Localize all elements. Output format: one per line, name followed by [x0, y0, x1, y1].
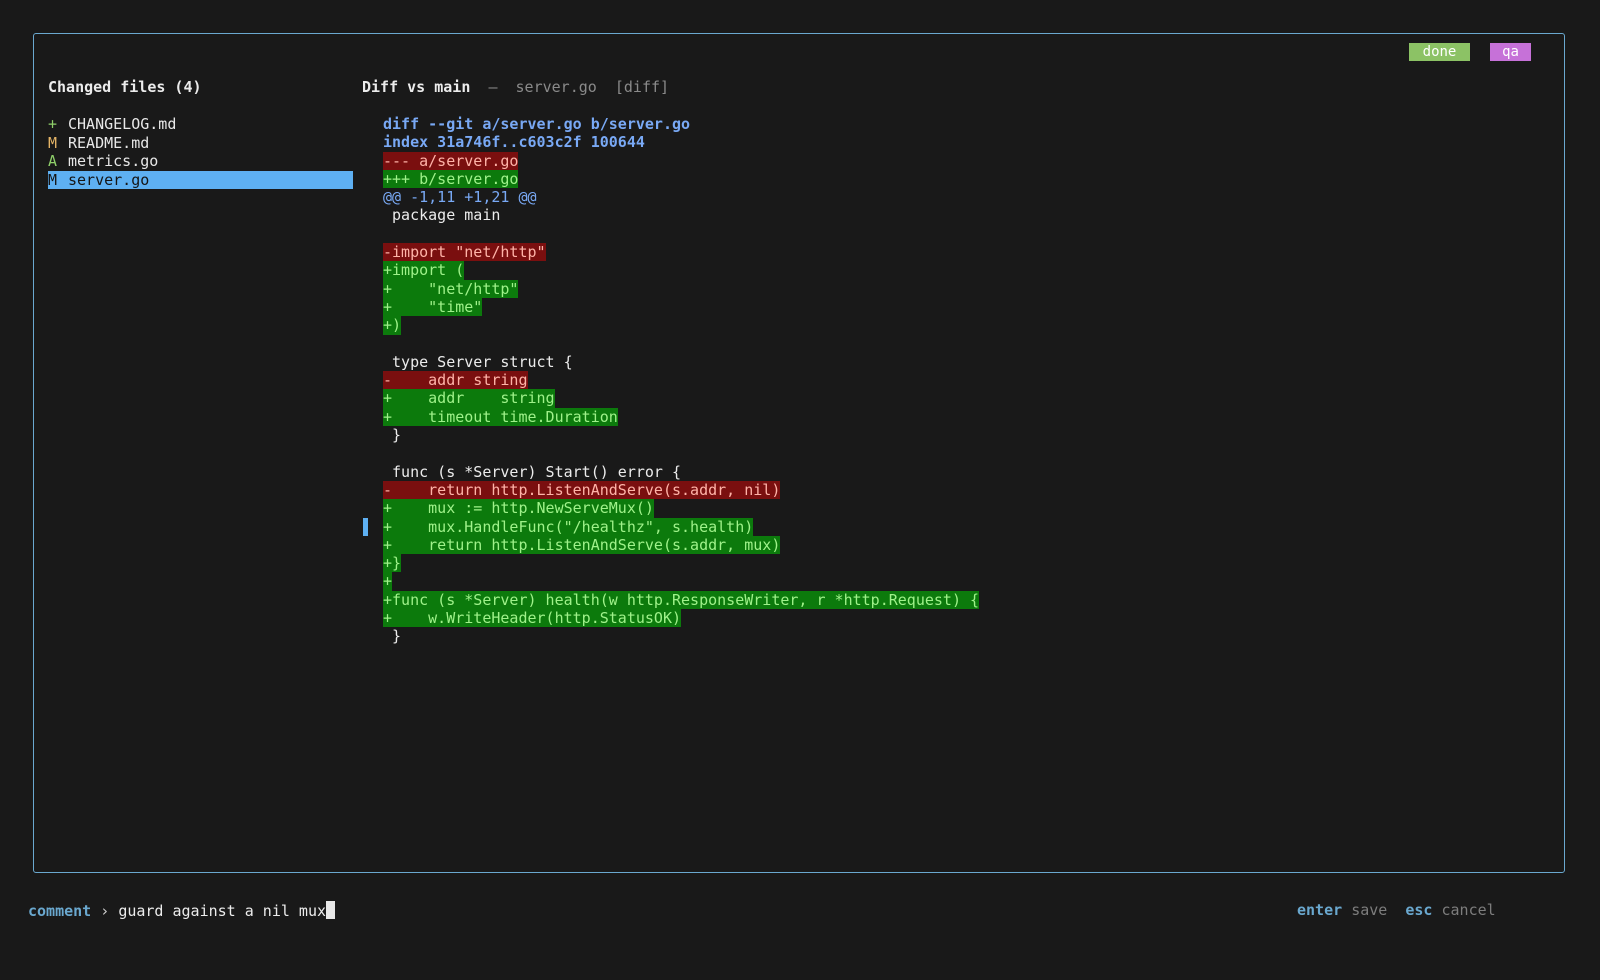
diff-line-ctx[interactable]: }	[383, 627, 979, 645]
diff-line-text: + mux := http.NewServeMux()	[383, 499, 654, 518]
diff-line-text: +import (	[383, 261, 465, 280]
diff-line-text: + "time"	[383, 297, 483, 317]
diff-line-text: type Server struct {	[383, 352, 573, 371]
diff-line-add[interactable]: + "time"	[383, 297, 979, 317]
diff-line-ctx[interactable]: type Server struct {	[383, 353, 979, 371]
diff-line-add[interactable]: + mux.HandleFunc("/healthz", s.health)	[383, 517, 979, 536]
diff-line-text: +)	[383, 316, 402, 335]
diff-header: Diff vs main — server.go [diff]	[362, 78, 669, 96]
diff-filename: server.go	[515, 78, 597, 96]
file-list-item[interactable]: Ametrics.go	[48, 152, 353, 171]
file-status-marker: A	[48, 152, 58, 170]
diff-line-text: +	[383, 572, 393, 591]
file-name: README.md	[68, 133, 150, 152]
diff-line-text: package main	[383, 206, 501, 225]
diff-line-hdradd[interactable]: +++ b/server.go	[383, 169, 979, 189]
diff-line-text: -import "net/http"	[383, 243, 546, 262]
diff-line-text: index 31a746f..c603c2f 100644	[383, 133, 645, 152]
diff-title-separator: —	[488, 78, 498, 96]
file-status-marker: +	[48, 115, 58, 133]
esc-action-hint: cancel	[1441, 901, 1496, 919]
diff-line-add[interactable]: + return http.ListenAndServe(s.addr, mux…	[383, 535, 979, 555]
prompt-arrow: ›	[100, 902, 110, 920]
file-status-marker: M	[48, 170, 58, 189]
diff-line-text: @@ -1,11 +1,21 @@	[383, 188, 537, 207]
changed-files-list: + CHANGELOG.md M README.md Ametrics.go Mserve…	[48, 115, 353, 189]
comment-input[interactable]: guard against a nil mux	[118, 902, 326, 920]
diff-line-add[interactable]: + mux := http.NewServeMux()	[383, 499, 979, 518]
changed-files-title: Changed files (4)	[48, 78, 202, 96]
diff-mode-tag: [diff]	[614, 78, 670, 96]
comment-label: comment	[28, 902, 92, 920]
diff-line-empty[interactable]	[383, 335, 979, 353]
file-list-item[interactable]: Mserver.go	[48, 170, 353, 189]
diff-view[interactable]: diff --git a/server.go b/server.go index …	[383, 115, 980, 646]
diff-line-ctx[interactable]: func (s *Server) Start() error {	[383, 463, 979, 481]
diff-line-text: }	[383, 627, 402, 646]
esc-key-hint[interactable]: esc	[1405, 901, 1432, 919]
diff-line-empty[interactable]	[383, 225, 979, 243]
diff-line-add[interactable]: +)	[383, 316, 979, 335]
diff-title: Diff vs main	[362, 78, 471, 96]
diff-line-add[interactable]: +	[383, 572, 979, 591]
diff-line-empty[interactable]	[383, 444, 979, 462]
enter-key-hint[interactable]: enter	[1297, 901, 1342, 919]
text-cursor	[326, 901, 336, 919]
diff-line-text: + w.WriteHeader(http.StatusOK)	[383, 609, 682, 628]
comment-bar[interactable]: comment › guard against a nil mux	[28, 901, 336, 920]
status-badge-done: done	[1409, 43, 1470, 61]
diff-line-text: + addr string	[383, 389, 555, 408]
diff-line-del[interactable]: - return http.ListenAndServe(s.addr, nil…	[383, 480, 979, 500]
diff-line-text: func (s *Server) Start() error {	[383, 462, 682, 481]
diff-line-hdrdel[interactable]: --- a/server.go	[383, 151, 979, 170]
diff-line-add[interactable]: + addr string	[383, 389, 979, 408]
file-name: server.go	[68, 170, 150, 189]
comment-line-marker	[363, 518, 368, 536]
diff-line-text: +++ b/server.go	[383, 169, 519, 189]
diff-line-add[interactable]: + timeout time.Duration	[383, 407, 979, 427]
diff-line-ctx[interactable]: package main	[383, 206, 979, 224]
key-hints: enter save esc cancel	[1297, 901, 1496, 919]
diff-line-add[interactable]: +}	[383, 554, 979, 573]
diff-line-meta[interactable]: diff --git a/server.go b/server.go	[383, 115, 979, 133]
diff-line-text: + "net/http"	[383, 279, 519, 298]
diff-line-text: - addr string	[383, 371, 528, 390]
diff-line-text: }	[383, 426, 402, 445]
diff-line-text: - return http.ListenAndServe(s.addr, nil…	[383, 480, 781, 500]
diff-line-add[interactable]: +func (s *Server) health(w http.Response…	[383, 590, 980, 610]
file-name: CHANGELOG.md	[68, 115, 177, 133]
file-list-item[interactable]: M README.md	[48, 134, 353, 153]
diff-line-text: + return http.ListenAndServe(s.addr, mux…	[383, 535, 781, 555]
diff-line-text: --- a/server.go	[383, 151, 519, 170]
diff-line-meta[interactable]: index 31a746f..c603c2f 100644	[383, 133, 979, 151]
diff-line-add[interactable]: +import (	[383, 261, 979, 280]
diff-line-text: + timeout time.Duration	[383, 407, 618, 427]
diff-line-add[interactable]: + w.WriteHeader(http.StatusOK)	[383, 609, 979, 628]
file-list-item[interactable]: + CHANGELOG.md	[48, 115, 353, 134]
status-badge-qa: qa	[1490, 43, 1531, 61]
file-name: metrics.go	[68, 152, 159, 170]
diff-line-hunk[interactable]: @@ -1,11 +1,21 @@	[383, 188, 979, 206]
diff-line-text: + mux.HandleFunc("/healthz", s.health)	[383, 517, 754, 536]
diff-line-add[interactable]: + "net/http"	[383, 279, 979, 298]
enter-action-hint: save	[1351, 901, 1388, 919]
diff-line-text: +}	[383, 554, 402, 573]
file-status-marker: M	[48, 133, 58, 152]
diff-line-del[interactable]: -import "net/http"	[383, 243, 979, 262]
diff-line-ctx[interactable]: }	[383, 426, 979, 444]
diff-line-text: diff --git a/server.go b/server.go	[383, 115, 691, 133]
diff-line-del[interactable]: - addr string	[383, 371, 979, 390]
diff-line-text: +func (s *Server) health(w http.Response…	[383, 590, 980, 610]
